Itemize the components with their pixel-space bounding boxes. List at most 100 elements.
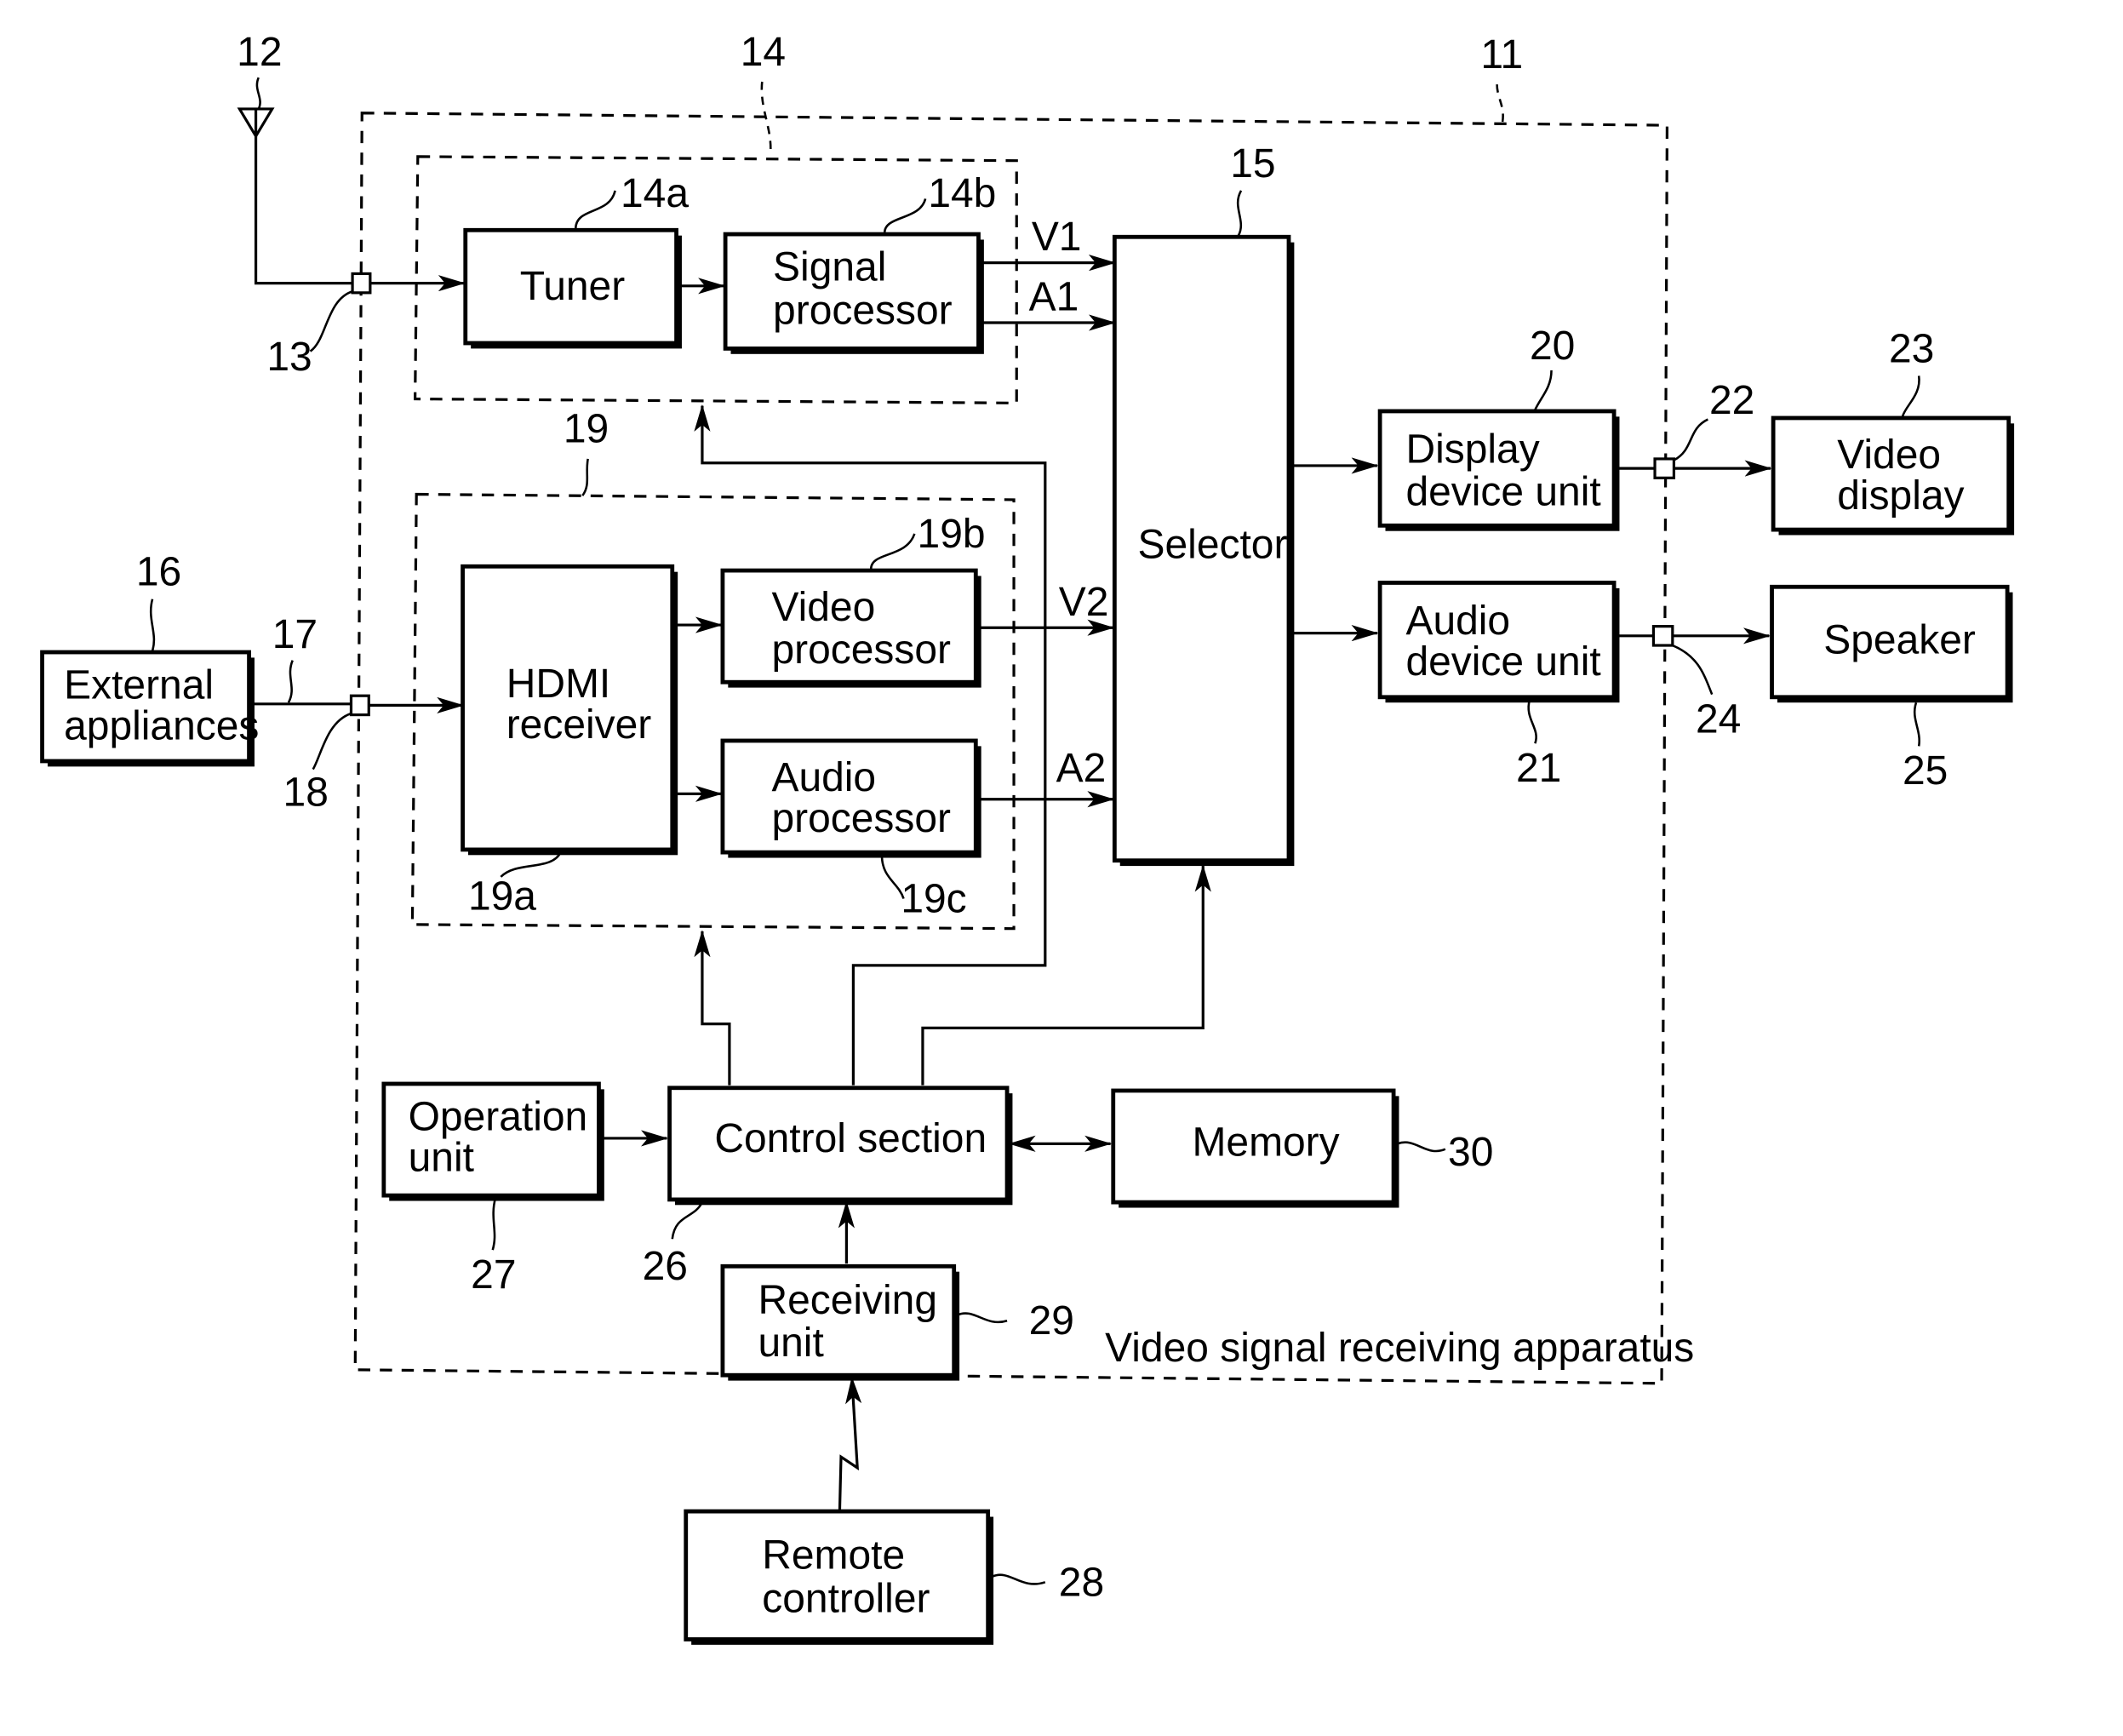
ref-14a: 14a — [621, 171, 689, 216]
audio-processor-label-2: processor — [771, 796, 951, 841]
ref-26: 26 — [643, 1244, 688, 1289]
ref-19a: 19a — [468, 874, 536, 919]
leader-20 — [1534, 370, 1553, 410]
ref-24: 24 — [1696, 696, 1741, 742]
external-appliances-block: External appliances — [40, 650, 259, 767]
ref-12: 12 — [237, 30, 282, 75]
antenna-icon — [237, 107, 354, 285]
a2-label: A2 — [1056, 746, 1107, 791]
ref-14: 14 — [741, 30, 786, 75]
speaker-label: Speaker — [1823, 618, 1976, 663]
ref-17: 17 — [272, 612, 318, 657]
speaker-block: Speaker — [1770, 584, 2013, 703]
leader-12 — [255, 77, 261, 110]
ref-29: 29 — [1029, 1298, 1074, 1344]
leader-17 — [287, 660, 294, 703]
audio-processor-block: Audio processor — [720, 738, 981, 858]
leader-22 — [1673, 418, 1708, 461]
leader-14a — [574, 190, 616, 229]
leader-21 — [1527, 699, 1537, 744]
receiving-unit-block: Receiving unit — [720, 1263, 960, 1381]
remote-controller-label-2: controller — [762, 1576, 930, 1621]
v1-label: V1 — [1032, 215, 1082, 260]
ref-25: 25 — [1903, 748, 1948, 794]
ref-16: 16 — [136, 550, 181, 595]
video-display-label-1: Video — [1837, 433, 1941, 478]
ref-18: 18 — [283, 771, 329, 816]
block-diagram: 11 14 19 12 13 Tuner 14a Signal processo… — [40, 30, 2015, 1645]
tuner-block: Tuner — [463, 227, 682, 349]
video-display-block: Video display — [1771, 415, 2015, 536]
leader-11 — [1496, 84, 1504, 123]
control-section-block: Control section — [667, 1086, 1013, 1206]
audio-out-terminal — [1651, 625, 1674, 647]
ref-30: 30 — [1448, 1130, 1493, 1175]
display-device-unit-label-2: device unit — [1405, 469, 1600, 514]
ref-20: 20 — [1530, 324, 1575, 369]
receiving-unit-label-2: unit — [758, 1321, 823, 1366]
ref-11: 11 — [1480, 32, 1523, 77]
external-appliances-label-2: appliances — [64, 703, 259, 748]
display-device-unit-block: Display device unit — [1377, 409, 1620, 531]
hdmi-terminal — [349, 694, 370, 717]
leader-14b — [883, 198, 927, 233]
leader-19b — [869, 533, 916, 570]
display-device-unit-label-1: Display — [1405, 427, 1539, 473]
ref-23: 23 — [1889, 326, 1934, 371]
memory-label: Memory — [1192, 1120, 1339, 1166]
leader-18 — [312, 712, 352, 771]
ref-19b: 19b — [918, 512, 986, 557]
wireless-link — [838, 1376, 862, 1512]
receiving-unit-label-1: Receiving — [758, 1278, 937, 1323]
signal-processor-block: Signal processor — [723, 232, 984, 354]
ref-27: 27 — [471, 1252, 516, 1298]
v2-label: V2 — [1059, 580, 1109, 625]
memory-block: Memory — [1111, 1088, 1399, 1208]
remote-controller-label-1: Remote — [762, 1533, 905, 1578]
video-processor-label-1: Video — [771, 585, 875, 630]
leader-23 — [1901, 375, 1920, 417]
operation-unit-label-1: Operation — [409, 1094, 588, 1139]
signal-processor-label-1: Signal — [773, 244, 886, 289]
leader-24 — [1672, 644, 1714, 696]
video-processor-label-2: processor — [771, 627, 951, 673]
leader-25 — [1913, 702, 1920, 747]
ref-19: 19 — [564, 407, 609, 452]
remote-controller-block: Remote controller — [684, 1509, 994, 1645]
tuner-label: Tuner — [520, 264, 626, 309]
signal-processor-label-2: processor — [773, 289, 953, 334]
leader-16 — [149, 599, 156, 651]
ref-14b: 14b — [928, 171, 996, 216]
ref-19c: 19c — [901, 876, 966, 921]
external-appliances-label-1: External — [64, 662, 214, 708]
audio-device-unit-block: Audio device unit — [1377, 581, 1620, 703]
leader-27 — [491, 1197, 497, 1251]
hdmi-receiver-block: HDMI receiver — [461, 564, 678, 856]
video-processor-block: Video processor — [720, 568, 981, 688]
control-to-hdmi-group — [694, 930, 731, 1086]
leader-30 — [1397, 1141, 1446, 1153]
leader-26 — [671, 1201, 704, 1240]
audio-processor-label-1: Audio — [771, 755, 876, 800]
antenna-terminal — [351, 272, 372, 295]
selector-block: Selector — [1112, 234, 1295, 867]
ref-28: 28 — [1059, 1560, 1104, 1605]
hdmi-receiver-label-1: HDMI — [506, 662, 611, 707]
ref-22: 22 — [1709, 378, 1754, 423]
ref-21: 21 — [1516, 746, 1561, 791]
operation-unit-label-2: unit — [409, 1135, 474, 1180]
apparatus-caption: Video signal receiving apparatus — [1105, 1326, 1694, 1371]
leader-19 — [581, 458, 589, 496]
video-display-label-2: display — [1837, 473, 1964, 519]
ref-15: 15 — [1230, 141, 1275, 186]
ref-13: 13 — [266, 335, 312, 380]
leader-13 — [309, 290, 353, 352]
control-section-label: Control section — [714, 1116, 987, 1161]
audio-device-unit-label-1: Audio — [1405, 599, 1510, 644]
selector-label: Selector — [1138, 523, 1288, 568]
operation-unit-block: Operation unit — [381, 1081, 604, 1201]
leader-29 — [956, 1312, 1008, 1324]
video-out-terminal — [1653, 457, 1676, 479]
leader-15 — [1236, 190, 1243, 237]
audio-device-unit-label-2: device unit — [1405, 639, 1600, 685]
